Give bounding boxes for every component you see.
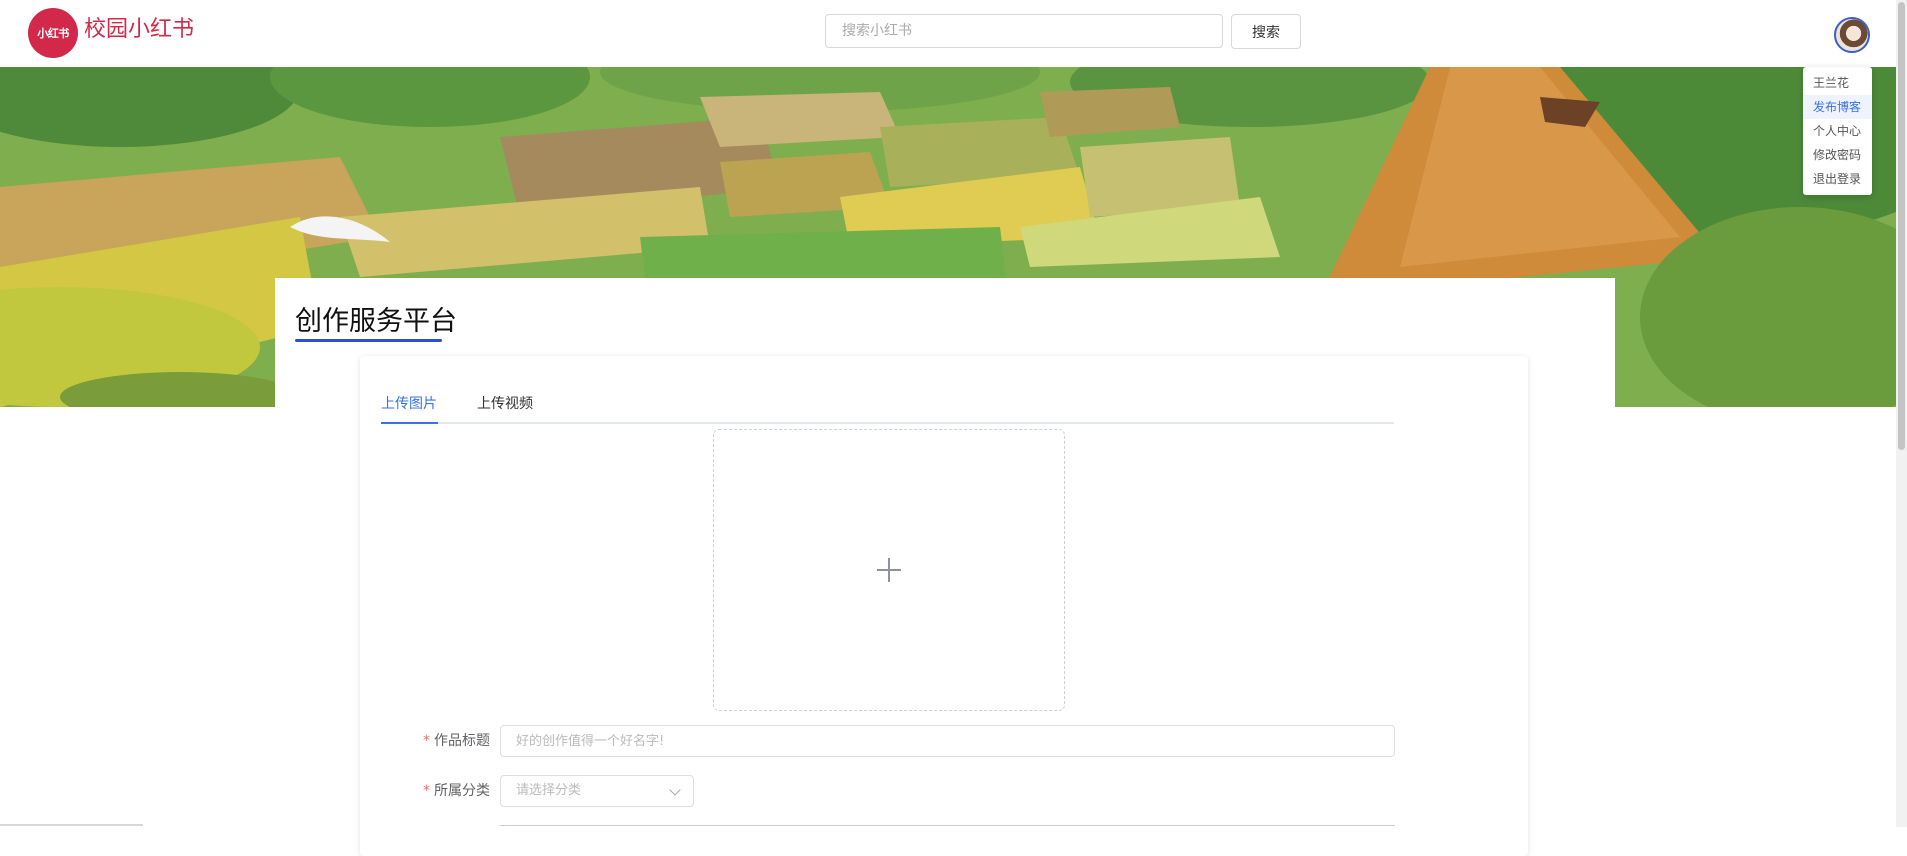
upload-tabs: 上传图片 上传视频 [381, 386, 1394, 424]
tab-upload-video[interactable]: 上传视频 [477, 386, 533, 422]
scrollbar-thumb[interactable] [1898, 2, 1905, 450]
search-input[interactable] [825, 14, 1223, 48]
tab-upload-image[interactable]: 上传图片 [381, 386, 438, 424]
page-title: 创作服务平台 [295, 306, 457, 337]
category-select[interactable]: 请选择分类 [500, 775, 694, 807]
menu-item-change-password[interactable]: 修改密码 [1803, 143, 1872, 167]
image-uploader[interactable] [713, 429, 1065, 711]
tab-active-indicator [381, 422, 438, 424]
search-button[interactable]: 搜索 [1231, 14, 1301, 49]
title-underline [295, 339, 442, 342]
logo-badge[interactable]: 小红书 [28, 8, 78, 58]
next-field-input[interactable] [500, 825, 1395, 846]
user-dropdown-menu: 王兰花 发布博客 个人中心 修改密码 退出登录 [1803, 67, 1872, 195]
plus-icon [877, 558, 901, 582]
chevron-down-icon [669, 784, 681, 796]
tab-upload-video-label: 上传视频 [477, 396, 533, 412]
top-header: 小红书 校园小红书 搜索 [0, 0, 1907, 67]
logo-badge-text: 小红书 [37, 27, 69, 40]
avatar[interactable] [1834, 17, 1870, 53]
category-placeholder: 请选择分类 [516, 783, 582, 798]
required-mark: * [423, 733, 430, 749]
title-label-text: 作品标题 [434, 733, 490, 749]
required-mark: * [423, 783, 430, 799]
creator-panel: 创作服务平台 上传图片 上传视频 *作品标题 *所属分类 请选择分类 [275, 278, 1615, 856]
upload-card: 上传图片 上传视频 *作品标题 *所属分类 请选择分类 [360, 356, 1528, 856]
tab-upload-image-label: 上传图片 [381, 396, 437, 412]
menu-item-publish-blog[interactable]: 发布博客 [1803, 95, 1872, 119]
title-label: * 作品标题 [400, 725, 490, 757]
menu-item-profile[interactable]: 个人中心 [1803, 119, 1872, 143]
bottom-divider [0, 824, 143, 826]
category-label: * 所属分类 [400, 775, 490, 807]
title-input[interactable] [500, 725, 1395, 757]
category-label-text: 所属分类 [434, 783, 490, 799]
menu-item-logout[interactable]: 退出登录 [1803, 167, 1872, 191]
menu-item-username[interactable]: 王兰花 [1803, 71, 1872, 95]
site-name[interactable]: 校园小红书 [84, 14, 194, 46]
